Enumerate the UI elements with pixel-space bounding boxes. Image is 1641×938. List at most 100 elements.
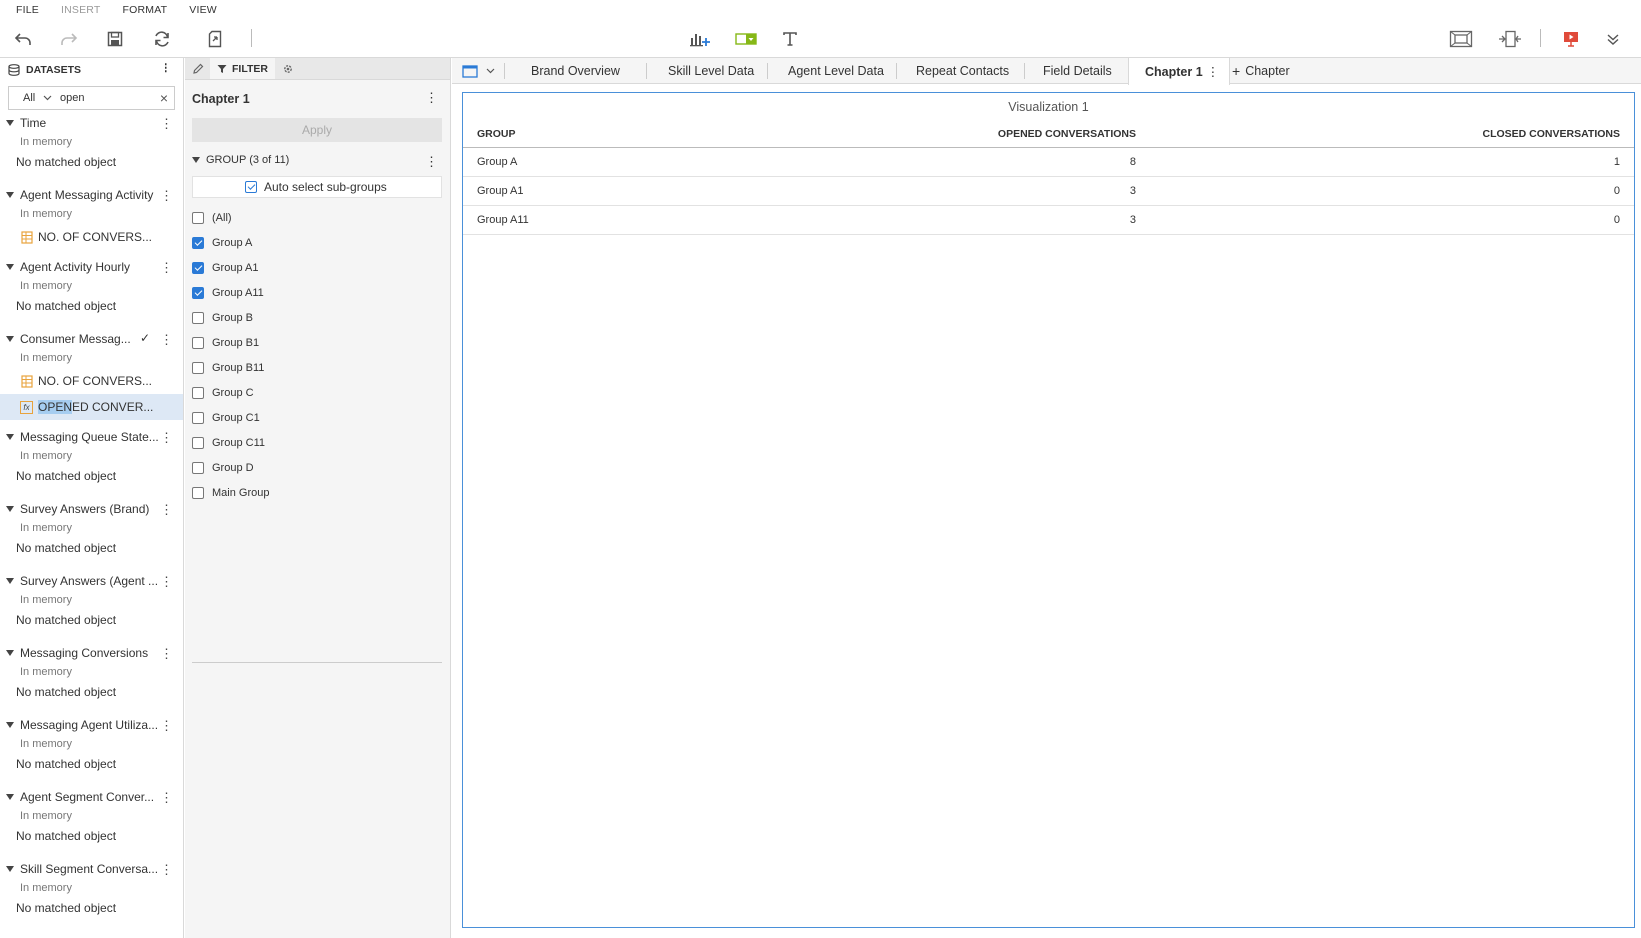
dataset-field[interactable]: NO. OF CONVERS... [0,368,183,394]
fit-page-icon[interactable] [1448,28,1474,50]
dataset-more-icon[interactable]: ⋮ [160,790,173,806]
expand-triangle-icon[interactable] [6,794,14,800]
export-icon[interactable] [204,28,226,50]
table-row[interactable]: Group A1 3 0 [463,176,1634,206]
dataset-messaging-conversions[interactable]: Messaging Conversions ⋮ In memory No mat… [0,644,183,716]
field-label: NO. OF CONVERS... [38,230,153,244]
dataset-agent-segment-conversion[interactable]: Agent Segment Conver... ⋮ In memory No m… [0,788,183,860]
expand-triangle-icon[interactable] [6,192,14,198]
expand-triangle-icon[interactable] [6,650,14,656]
group-filter-more-icon[interactable]: ⋮ [425,154,438,170]
expand-triangle-icon[interactable] [6,336,14,342]
table-row[interactable]: Group A11 3 0 [463,205,1634,235]
checkbox-icon [192,361,204,374]
group-option[interactable]: Group C [192,380,269,405]
expand-triangle-icon[interactable] [6,866,14,872]
option-label: Group B1 [212,336,260,349]
group-filter-header[interactable]: GROUP (3 of 11) [192,154,289,166]
dataset-more-icon[interactable]: ⋮ [160,430,173,446]
gear-icon [284,64,292,73]
dataset-time[interactable]: Time ⋮ In memory No matched object [0,114,183,186]
dataset-more-icon[interactable]: ⋮ [160,260,173,276]
add-visualization-icon[interactable] [689,28,711,50]
redo-icon[interactable] [58,28,80,50]
group-option[interactable]: Group C11 [192,430,269,455]
group-option[interactable]: Main Group [192,480,269,505]
apply-button[interactable]: Apply [192,118,442,142]
column-header-closed[interactable]: CLOSED CONVERSATIONS [1136,121,1634,148]
group-option[interactable]: Group A11 [192,280,269,305]
expand-triangle-icon[interactable] [6,434,14,440]
menu-view[interactable]: VIEW [189,4,217,16]
dataset-more-icon[interactable]: ⋮ [160,332,173,348]
tab-field-details[interactable]: Field Details [1027,58,1128,84]
group-option[interactable]: Group B [192,305,269,330]
layout-selector[interactable] [452,58,505,84]
dataset-messaging-queue-state[interactable]: Messaging Queue State... ⋮ In memory No … [0,428,183,500]
refresh-icon[interactable] [151,28,173,50]
text-icon[interactable] [779,28,801,50]
search-type-select[interactable]: All [9,92,57,104]
expand-triangle-icon[interactable] [6,506,14,512]
expand-triangle-icon[interactable] [6,264,14,270]
dataset-more-icon[interactable]: ⋮ [160,718,173,734]
group-option[interactable]: Group B11 [192,355,269,380]
filter-panel-tabs: FILTER [185,58,450,80]
checkbox-icon [192,311,204,324]
dataset-agent-activity-hourly[interactable]: Agent Activity Hourly ⋮ In memory No mat… [0,258,183,330]
settings-tab[interactable] [275,58,301,79]
group-option[interactable]: Group D [192,455,269,480]
presentation-icon[interactable] [1560,28,1582,50]
menu-insert[interactable]: INSERT [61,4,101,16]
dataset-status: In memory [20,208,72,220]
dataset-more-icon[interactable]: ⋮ [160,116,173,132]
auto-select-subgroups-checkbox[interactable]: Auto select sub-groups [192,176,442,198]
menu-format[interactable]: FORMAT [123,4,168,16]
expand-triangle-icon[interactable] [6,120,14,126]
dataset-field-selected[interactable]: fx OPENED CONVER... [0,394,183,420]
expand-triangle-icon[interactable] [6,578,14,584]
tab-chapter-1[interactable]: Chapter 1 ⋮ [1128,58,1231,85]
dataset-more-icon[interactable]: ⋮ [160,188,173,204]
dataset-more-icon[interactable]: ⋮ [160,646,173,662]
dataset-consumer-messaging[interactable]: Consumer Messag... ✓ ⋮ In memory NO. OF … [0,330,183,428]
save-icon[interactable] [104,28,126,50]
expand-triangle-icon[interactable] [6,722,14,728]
group-option[interactable]: Group A1 [192,255,269,280]
group-option[interactable]: Group A [192,230,269,255]
checkbox-icon [192,336,204,349]
table-row[interactable]: Group A 8 1 [463,147,1634,177]
group-option[interactable]: (All) [192,205,269,230]
dataset-survey-answers-brand[interactable]: Survey Answers (Brand) ⋮ In memory No ma… [0,500,183,572]
edit-tab[interactable] [185,58,210,79]
dataset-more-icon[interactable]: ⋮ [160,862,173,878]
tab-repeat-contacts[interactable]: Repeat Contacts [900,58,1025,84]
group-option[interactable]: Group B1 [192,330,269,355]
dataset-skill-segment-conversation[interactable]: Skill Segment Conversa... ⋮ In memory No… [0,860,183,932]
chapter-more-icon[interactable]: ⋮ [425,90,438,106]
group-option[interactable]: Group C1 [192,405,269,430]
clear-search-icon[interactable]: × [160,90,168,106]
dataset-field[interactable]: NO. OF CONVERS... [0,224,183,250]
tab-brand-overview[interactable]: Brand Overview [515,58,636,84]
visualization-1[interactable]: Visualization 1 GROUP OPENED CONVERSATIO… [462,92,1635,928]
datasets-more-icon[interactable]: ⋮ [161,62,172,74]
search-input[interactable] [57,92,145,104]
tab-skill-level-data[interactable]: Skill Level Data [652,58,770,84]
add-chapter-button[interactable]: + Chapter [1216,58,1306,84]
dataset-agent-messaging-activity[interactable]: Agent Messaging Activity ⋮ In memory NO.… [0,186,183,258]
column-header-group[interactable]: GROUP [463,121,823,148]
dataset-survey-answers-agent[interactable]: Survey Answers (Agent ... ⋮ In memory No… [0,572,183,644]
filter-selector-icon[interactable] [734,28,758,50]
fit-width-icon[interactable] [1497,28,1523,50]
undo-icon[interactable] [12,28,34,50]
dataset-messaging-agent-utilization[interactable]: Messaging Agent Utiliza... ⋮ In memory N… [0,716,183,788]
dataset-more-icon[interactable]: ⋮ [160,502,173,518]
collapse-toolbar-icon[interactable] [1602,28,1624,50]
dataset-more-icon[interactable]: ⋮ [160,574,173,590]
no-match-text: No matched object [16,757,117,771]
tab-agent-level-data[interactable]: Agent Level Data [772,58,900,84]
column-header-opened[interactable]: OPENED CONVERSATIONS [823,121,1136,148]
filter-tab[interactable]: FILTER [210,58,275,79]
menu-file[interactable]: FILE [16,4,39,16]
